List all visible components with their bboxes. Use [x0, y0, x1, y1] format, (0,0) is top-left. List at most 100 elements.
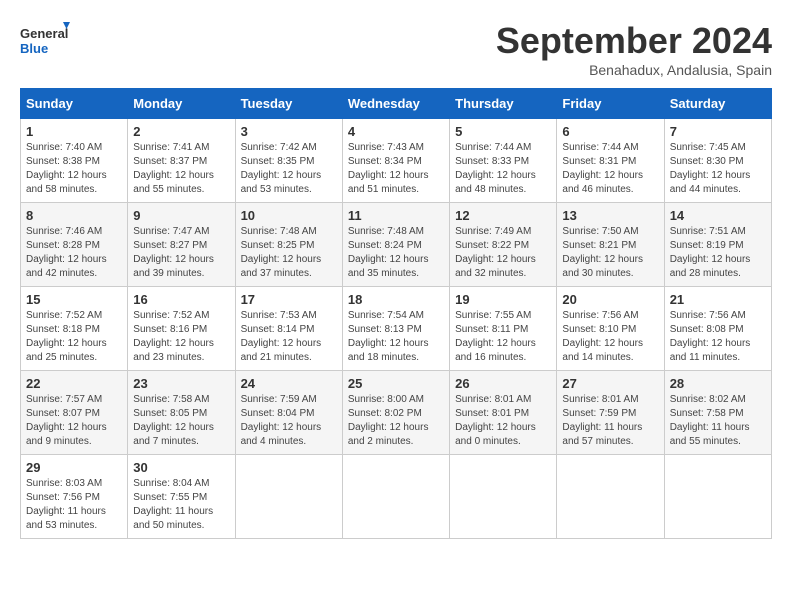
svg-text:General: General — [20, 26, 68, 41]
day-number: 21 — [670, 292, 766, 307]
day-number: 11 — [348, 208, 444, 223]
day-info: Sunrise: 8:02 AM Sunset: 7:58 PM Dayligh… — [670, 393, 766, 449]
day-number: 25 — [348, 376, 444, 391]
calendar-cell: 22Sunrise: 7:57 AM Sunset: 8:07 PM Dayli… — [21, 371, 128, 455]
calendar-cell: 20Sunrise: 7:56 AM Sunset: 8:10 PM Dayli… — [557, 287, 664, 371]
calendar-cell: 13Sunrise: 7:50 AM Sunset: 8:21 PM Dayli… — [557, 203, 664, 287]
svg-text:Blue: Blue — [20, 41, 48, 56]
day-info: Sunrise: 7:41 AM Sunset: 8:37 PM Dayligh… — [133, 141, 229, 197]
calendar-cell — [342, 455, 449, 539]
day-number: 10 — [241, 208, 337, 223]
day-number: 17 — [241, 292, 337, 307]
day-info: Sunrise: 7:40 AM Sunset: 8:38 PM Dayligh… — [26, 141, 122, 197]
week-row-1: 1Sunrise: 7:40 AM Sunset: 8:38 PM Daylig… — [21, 119, 772, 203]
day-number: 20 — [562, 292, 658, 307]
day-number: 6 — [562, 124, 658, 139]
calendar-cell: 29 Sunrise: 8:03 AM Sunset: 7:56 PM Dayli… — [21, 455, 128, 539]
calendar-cell: 7Sunrise: 7:45 AM Sunset: 8:30 PM Daylig… — [664, 119, 771, 203]
day-info: Sunrise: 7:48 AM Sunset: 8:24 PM Dayligh… — [348, 225, 444, 281]
day-number: 22 — [26, 376, 122, 391]
day-number: 24 — [241, 376, 337, 391]
day-info: Sunrise: 7:51 AM Sunset: 8:19 PM Dayligh… — [670, 225, 766, 281]
calendar-cell: 21 Sunrise: 7:56 AM Sunset: 8:08 PM Dayli… — [664, 287, 771, 371]
calendar-cell: 10 Sunrise: 7:48 AM Sunset: 8:25 PM Dayli… — [235, 203, 342, 287]
calendar-cell — [664, 455, 771, 539]
calendar-cell: 3 Sunrise: 7:42 AM Sunset: 8:35 PM Daylig… — [235, 119, 342, 203]
day-info: Sunrise: 8:01 AM Sunset: 8:01 PM Dayligh… — [455, 393, 551, 449]
calendar-cell: 14Sunrise: 7:51 AM Sunset: 8:19 PM Dayli… — [664, 203, 771, 287]
calendar-cell — [450, 455, 557, 539]
day-number: 4 — [348, 124, 444, 139]
day-header-friday: Friday — [557, 89, 664, 119]
day-number: 3 — [241, 124, 337, 139]
day-number: 29 — [26, 460, 122, 475]
calendar-cell: 8Sunrise: 7:46 AM Sunset: 8:28 PM Daylig… — [21, 203, 128, 287]
month-title: September 2024 — [496, 20, 772, 62]
day-info: Sunrise: 7:58 AM Sunset: 8:05 PM Dayligh… — [133, 393, 229, 449]
calendar-cell: 23 Sunrise: 7:58 AM Sunset: 8:05 PM Dayli… — [128, 371, 235, 455]
day-info: Sunrise: 7:59 AM Sunset: 8:04 PM Dayligh… — [241, 393, 337, 449]
day-info: Sunrise: 7:44 AM Sunset: 8:31 PM Dayligh… — [562, 141, 658, 197]
calendar-cell: 4 Sunrise: 7:43 AM Sunset: 8:34 PM Daylig… — [342, 119, 449, 203]
day-header-saturday: Saturday — [664, 89, 771, 119]
day-info: Sunrise: 7:54 AM Sunset: 8:13 PM Dayligh… — [348, 309, 444, 365]
day-number: 23 — [133, 376, 229, 391]
calendar-cell: 26 Sunrise: 8:01 AM Sunset: 8:01 PM Dayli… — [450, 371, 557, 455]
day-number: 30 — [133, 460, 229, 475]
day-info: Sunrise: 7:42 AM Sunset: 8:35 PM Dayligh… — [241, 141, 337, 197]
logo-svg: General Blue — [20, 20, 70, 65]
calendar-cell: 11 Sunrise: 7:48 AM Sunset: 8:24 PM Dayli… — [342, 203, 449, 287]
day-info: Sunrise: 8:00 AM Sunset: 8:02 PM Dayligh… — [348, 393, 444, 449]
calendar-cell: 24 Sunrise: 7:59 AM Sunset: 8:04 PM Dayli… — [235, 371, 342, 455]
day-info: Sunrise: 7:52 AM Sunset: 8:18 PM Dayligh… — [26, 309, 122, 365]
day-number: 19 — [455, 292, 551, 307]
calendar-cell: 5Sunrise: 7:44 AM Sunset: 8:33 PM Daylig… — [450, 119, 557, 203]
calendar-cell: 27Sunrise: 8:01 AM Sunset: 7:59 PM Dayli… — [557, 371, 664, 455]
header: General Blue September 2024 Benahadux, A… — [20, 20, 772, 78]
day-number: 27 — [562, 376, 658, 391]
calendar-cell: 17 Sunrise: 7:53 AM Sunset: 8:14 PM Dayli… — [235, 287, 342, 371]
day-number: 12 — [455, 208, 551, 223]
day-info: Sunrise: 7:55 AM Sunset: 8:11 PM Dayligh… — [455, 309, 551, 365]
day-number: 2 — [133, 124, 229, 139]
day-header-thursday: Thursday — [450, 89, 557, 119]
day-info: Sunrise: 8:03 AM Sunset: 7:56 PM Dayligh… — [26, 477, 122, 533]
week-row-2: 8Sunrise: 7:46 AM Sunset: 8:28 PM Daylig… — [21, 203, 772, 287]
calendar-cell: 16 Sunrise: 7:52 AM Sunset: 8:16 PM Dayli… — [128, 287, 235, 371]
day-info: Sunrise: 7:52 AM Sunset: 8:16 PM Dayligh… — [133, 309, 229, 365]
day-number: 15 — [26, 292, 122, 307]
calendar-cell: 1Sunrise: 7:40 AM Sunset: 8:38 PM Daylig… — [21, 119, 128, 203]
week-row-5: 29 Sunrise: 8:03 AM Sunset: 7:56 PM Dayli… — [21, 455, 772, 539]
calendar-table: SundayMondayTuesdayWednesdayThursdayFrid… — [20, 88, 772, 539]
day-info: Sunrise: 7:53 AM Sunset: 8:14 PM Dayligh… — [241, 309, 337, 365]
calendar-cell: 6 Sunrise: 7:44 AM Sunset: 8:31 PM Daylig… — [557, 119, 664, 203]
calendar-cell: 15 Sunrise: 7:52 AM Sunset: 8:18 PM Dayli… — [21, 287, 128, 371]
title-area: September 2024 Benahadux, Andalusia, Spa… — [496, 20, 772, 78]
day-number: 26 — [455, 376, 551, 391]
day-info: Sunrise: 7:48 AM Sunset: 8:25 PM Dayligh… — [241, 225, 337, 281]
calendar-cell: 12Sunrise: 7:49 AM Sunset: 8:22 PM Dayli… — [450, 203, 557, 287]
calendar-cell: 25 Sunrise: 8:00 AM Sunset: 8:02 PM Dayli… — [342, 371, 449, 455]
day-number: 16 — [133, 292, 229, 307]
calendar-cell: 19 Sunrise: 7:55 AM Sunset: 8:11 PM Dayli… — [450, 287, 557, 371]
calendar-cell — [557, 455, 664, 539]
day-number: 9 — [133, 208, 229, 223]
day-info: Sunrise: 7:50 AM Sunset: 8:21 PM Dayligh… — [562, 225, 658, 281]
calendar-cell — [235, 455, 342, 539]
week-row-4: 22Sunrise: 7:57 AM Sunset: 8:07 PM Dayli… — [21, 371, 772, 455]
day-number: 8 — [26, 208, 122, 223]
day-header-sunday: Sunday — [21, 89, 128, 119]
calendar-cell: 18 Sunrise: 7:54 AM Sunset: 8:13 PM Dayli… — [342, 287, 449, 371]
day-info: Sunrise: 7:44 AM Sunset: 8:33 PM Dayligh… — [455, 141, 551, 197]
day-info: Sunrise: 7:45 AM Sunset: 8:30 PM Dayligh… — [670, 141, 766, 197]
calendar-cell: 30Sunrise: 8:04 AM Sunset: 7:55 PM Dayli… — [128, 455, 235, 539]
day-info: Sunrise: 7:43 AM Sunset: 8:34 PM Dayligh… — [348, 141, 444, 197]
calendar-cell: 28Sunrise: 8:02 AM Sunset: 7:58 PM Dayli… — [664, 371, 771, 455]
week-row-3: 15 Sunrise: 7:52 AM Sunset: 8:18 PM Dayli… — [21, 287, 772, 371]
day-header-monday: Monday — [128, 89, 235, 119]
location-subtitle: Benahadux, Andalusia, Spain — [496, 62, 772, 78]
calendar-cell: 9Sunrise: 7:47 AM Sunset: 8:27 PM Daylig… — [128, 203, 235, 287]
day-number: 18 — [348, 292, 444, 307]
day-info: Sunrise: 7:56 AM Sunset: 8:08 PM Dayligh… — [670, 309, 766, 365]
day-header-tuesday: Tuesday — [235, 89, 342, 119]
